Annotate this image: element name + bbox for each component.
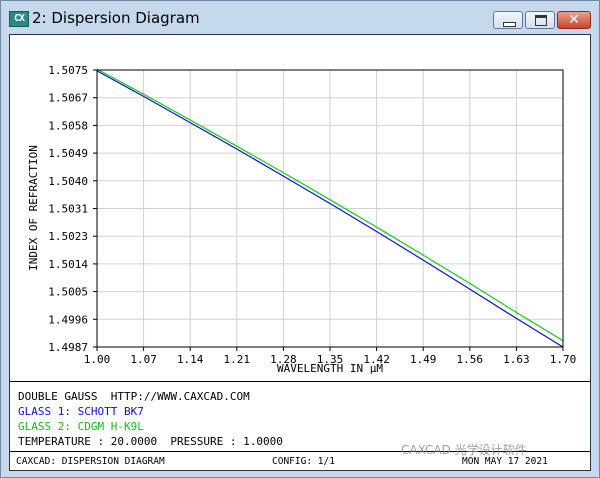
glass-2-label: GLASS 2: CDGM H-K9L: [18, 420, 144, 433]
status-config: CONFIG: 1/1: [272, 456, 335, 467]
x-tick-label: 1.21: [224, 353, 251, 366]
x-tick-label: 1.63: [503, 353, 530, 366]
x-axis-label: WAVELENGTH IN μM: [277, 362, 383, 375]
y-tick-label: 1.5014: [48, 258, 88, 271]
y-tick-label: 1.4996: [48, 313, 88, 326]
y-tick-label: 1.4987: [48, 341, 88, 354]
window-title: 2: Dispersion Diagram: [32, 9, 200, 27]
conditions-label: TEMPERATURE : 20.0000 PRESSURE : 1.0000: [18, 435, 283, 448]
x-tick-label: 1.56: [457, 353, 484, 366]
x-tick-label: 1.00: [84, 353, 111, 366]
status-title: CAXCAD: DISPERSION DIAGRAM: [16, 456, 165, 467]
y-tick-label: 1.5023: [48, 230, 88, 243]
glass-1-label: GLASS 1: SCHOTT BK7: [18, 405, 144, 418]
lens-title: DOUBLE GAUSS HTTP://WWW.CAXCAD.COM: [18, 390, 250, 403]
plot-area: 1.5075 1.5067 1.5058 1.5049 1.5040 1.5031 1.50…: [11, 36, 589, 381]
y-axis-label: INDEX OF REFRACTION: [27, 145, 40, 271]
x-tick-label: 1.49: [410, 353, 437, 366]
minimize-button[interactable]: [493, 11, 523, 29]
y-tick-label: 1.5040: [48, 175, 88, 188]
x-tick-label: 1.14: [177, 353, 204, 366]
y-tick-label: 1.5075: [48, 64, 88, 77]
watermark: CAXCAD 光学设计软件: [401, 443, 527, 457]
close-button[interactable]: ✕: [557, 11, 591, 29]
y-tick-label: 1.5031: [48, 203, 88, 216]
x-tick-label: 1.07: [130, 353, 157, 366]
dispersion-chart: 1.5075 1.5067 1.5058 1.5049 1.5040 1.5031 1.50…: [27, 64, 577, 375]
minimize-icon: [503, 22, 516, 27]
dispersion-diagram-window: CX 2: Dispersion Diagram ✕ 1.5075 1.5067 1…: [0, 0, 600, 478]
y-tick-label: 1.5049: [48, 147, 88, 160]
maximize-button[interactable]: [525, 11, 555, 29]
y-tick-label: 1.5058: [48, 119, 88, 132]
close-icon: ✕: [568, 12, 580, 28]
diagram-content: 1.5075 1.5067 1.5058 1.5049 1.5040 1.5031 1.50…: [9, 34, 591, 471]
maximize-icon: [535, 15, 547, 26]
x-tick-label: 1.70: [550, 353, 577, 366]
app-icon[interactable]: CX: [9, 11, 29, 27]
y-tick-label: 1.5005: [48, 286, 88, 299]
y-tick-label: 1.5067: [48, 92, 88, 105]
title-bar[interactable]: CX 2: Dispersion Diagram ✕: [1, 1, 599, 33]
